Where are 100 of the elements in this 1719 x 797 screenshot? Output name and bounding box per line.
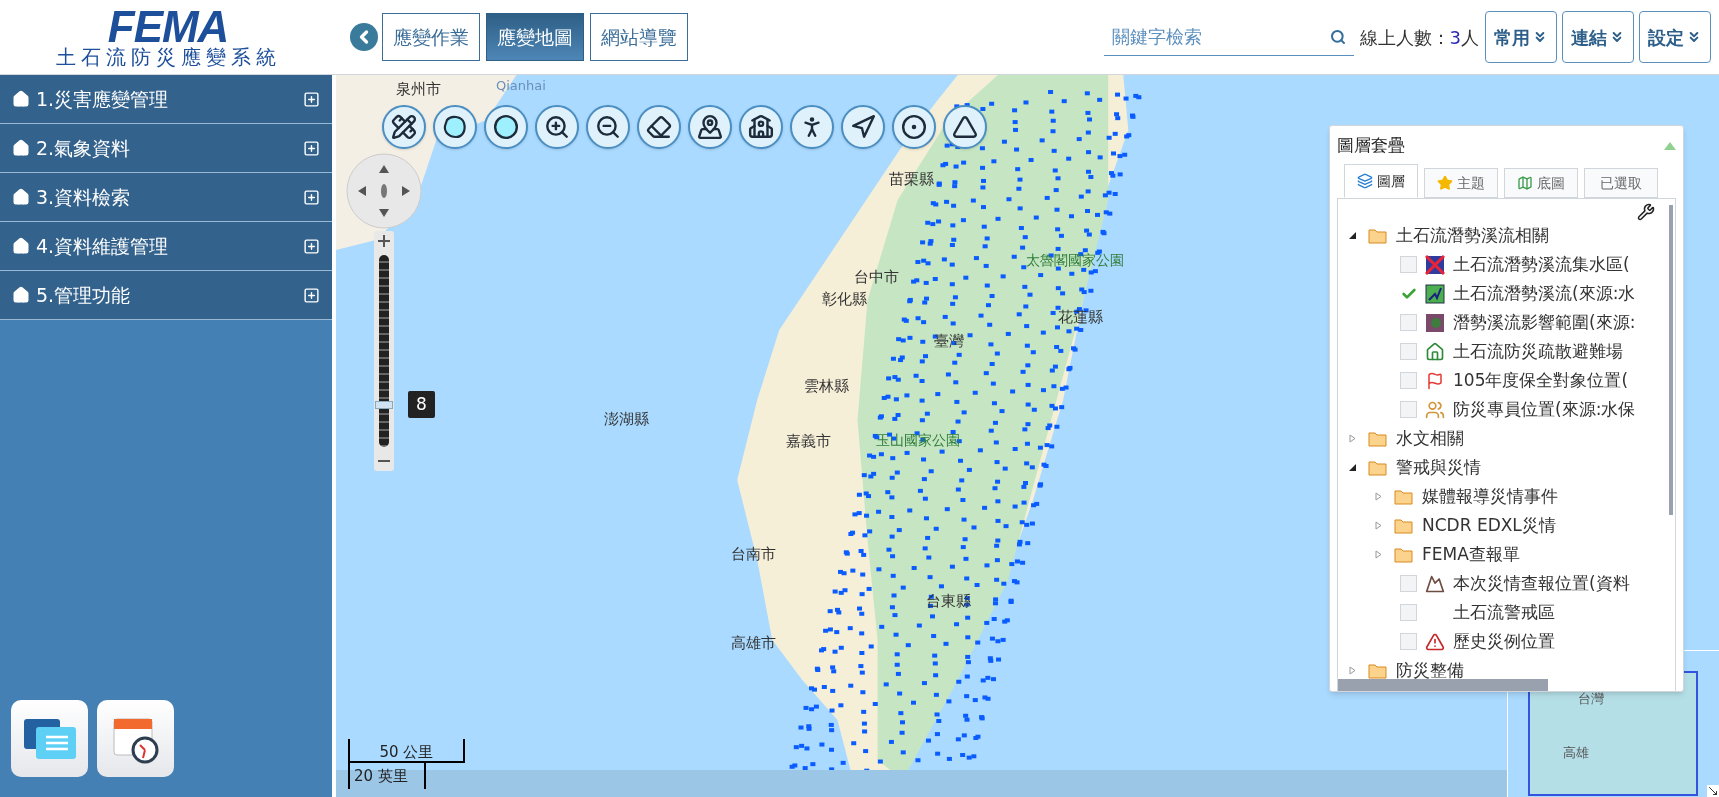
map-place-label: 彰化縣 (822, 289, 867, 310)
layer-label[interactable]: 歷史災例位置 (1453, 628, 1555, 655)
layers-icon (1357, 173, 1373, 189)
layer-checkbox[interactable] (1400, 604, 1417, 621)
layer-checkbox[interactable] (1400, 372, 1417, 389)
layer-group-label[interactable]: NCDR EDXL災情 (1422, 512, 1556, 539)
system-name: 土石流防災應變系統 (55, 47, 281, 67)
flag-icon (1426, 371, 1444, 390)
sidebar-item[interactable]: 4.資料維護管理 (0, 222, 332, 271)
layer-checkbox[interactable] (1400, 575, 1417, 592)
school-icon (748, 114, 774, 140)
layer-group-label[interactable]: 警戒與災情 (1396, 454, 1481, 481)
navigation-icon (850, 114, 876, 140)
expand-icon (303, 286, 320, 304)
horizontal-scrollbar[interactable] (1338, 679, 1548, 691)
map-place-label: 臺灣 (934, 331, 964, 352)
zoom-level-tooltip: 8 (408, 390, 435, 419)
home-icon (12, 286, 30, 304)
nav-tab[interactable]: 網站導覽 (590, 13, 688, 61)
menu-dropdown-button[interactable]: 設定 (1639, 11, 1711, 63)
home-icon (12, 188, 30, 206)
sidebar-item[interactable]: 5.管理功能 (0, 271, 332, 320)
menu-dropdown-button[interactable]: 連結 (1562, 11, 1634, 63)
home-icon (12, 139, 30, 157)
circle-dot-icon (901, 114, 927, 140)
layer-checkbox[interactable] (1400, 343, 1417, 360)
layer-label[interactable]: 本次災情查報位置(資料 (1453, 570, 1630, 597)
layer-checkbox[interactable] (1400, 256, 1417, 273)
panel-tab[interactable]: 已選取 (1584, 168, 1658, 198)
stream-icon (1425, 283, 1445, 304)
message-app-button[interactable] (11, 700, 88, 777)
folder-icon (1394, 488, 1414, 505)
panel-title: 圖層套疊 (1337, 134, 1405, 158)
warning-icon (1425, 631, 1445, 652)
layer-group-label[interactable]: FEMA查報單 (1422, 541, 1520, 568)
map-place-label: 嘉義市 (786, 431, 831, 452)
panel-tab[interactable]: 主題 (1424, 168, 1498, 198)
eraser-icon (646, 114, 672, 140)
search-icon[interactable] (1329, 28, 1346, 45)
menu-dropdown-button[interactable]: 常用 (1485, 11, 1557, 63)
zoom-in-icon (544, 114, 570, 140)
map-icon (1517, 175, 1533, 191)
layer-group-label[interactable]: 媒體報導災情事件 (1422, 483, 1558, 510)
expand-icon (303, 188, 320, 206)
layer-label[interactable]: 105年度保全對象位置( (1453, 367, 1629, 394)
calendar-app-button[interactable] (97, 700, 174, 777)
sidebar-item[interactable]: 3.資料檢索 (0, 173, 332, 222)
map-place-label: 台南市 (731, 544, 776, 565)
layer-label[interactable]: 土石流潛勢溪流(來源:水 (1453, 280, 1636, 307)
layer-label[interactable]: 土石流警戒區 (1453, 599, 1555, 626)
triangle-icon (952, 114, 978, 140)
layer-label[interactable]: 土石流防災疏散避難場 (1453, 338, 1623, 365)
map-place-label: 太魯閣國家公園 (1026, 251, 1124, 270)
nav-tab[interactable]: 應變地圖 (486, 13, 584, 61)
area-icon (1425, 312, 1445, 333)
home-icon (12, 237, 30, 255)
ruler-pencil-icon (391, 114, 417, 140)
layer-group-label[interactable]: 水文相關 (1396, 425, 1464, 452)
map-place-label: 雲林縣 (804, 376, 849, 397)
nav-tab[interactable]: 應變作業 (382, 13, 480, 61)
star-icon (1437, 175, 1453, 191)
sidebar-item[interactable]: 1.災害應變管理 (0, 75, 332, 124)
layer-label[interactable]: 土石流潛勢溪流集水區( (1453, 251, 1630, 278)
map-place-label: 台灣 (1578, 690, 1604, 708)
circle-icon (493, 114, 519, 140)
layer-group-label[interactable]: 防災整備 (1396, 657, 1464, 684)
settings-icon[interactable] (1637, 203, 1655, 221)
catchment-icon (1425, 254, 1445, 275)
expand-icon (303, 90, 320, 108)
search-field[interactable]: 關鍵字檢索 (1111, 23, 1330, 50)
sidebar-item[interactable]: 2.氣象資料 (0, 124, 332, 173)
folder-icon (1394, 546, 1414, 563)
expand-icon (303, 139, 320, 157)
scale-bar: 50 公里 (348, 739, 465, 763)
layer-checkbox[interactable] (1400, 314, 1417, 331)
panel-tab[interactable]: 底圖 (1504, 168, 1578, 198)
logo: FEMA (107, 7, 229, 47)
zoom-slider-thumb[interactable] (375, 400, 393, 409)
map-place-label: 花蓮縣 (1058, 307, 1103, 328)
layer-checkbox[interactable] (1400, 401, 1417, 418)
layer-label[interactable]: 防災專員位置(來源:水保 (1453, 396, 1636, 423)
pan-control[interactable] (346, 153, 422, 229)
vertical-scrollbar[interactable] (1669, 205, 1673, 515)
shelter-icon (1425, 341, 1445, 362)
folder-icon (1368, 227, 1388, 244)
map-place-label: 泉州市 (396, 79, 441, 100)
resize-icon[interactable] (1707, 785, 1719, 797)
layer-label[interactable]: 潛勢溪流影響範圍(來源: (1453, 309, 1636, 336)
back-button[interactable] (350, 23, 378, 51)
folder-icon (1368, 430, 1388, 447)
people-icon (1425, 399, 1445, 420)
plus-icon (378, 235, 390, 247)
zoom-out-icon (595, 114, 621, 140)
map-place-label: 台東縣 (926, 591, 971, 612)
map-pin-icon (697, 114, 723, 140)
message-cards-icon (21, 716, 78, 761)
layer-checkbox[interactable] (1400, 633, 1417, 650)
layer-group-label[interactable]: 土石流潛勢溪流相關 (1396, 222, 1549, 249)
panel-tab[interactable]: 圖層 (1344, 164, 1418, 198)
map-place-label: 澎湖縣 (604, 409, 649, 430)
